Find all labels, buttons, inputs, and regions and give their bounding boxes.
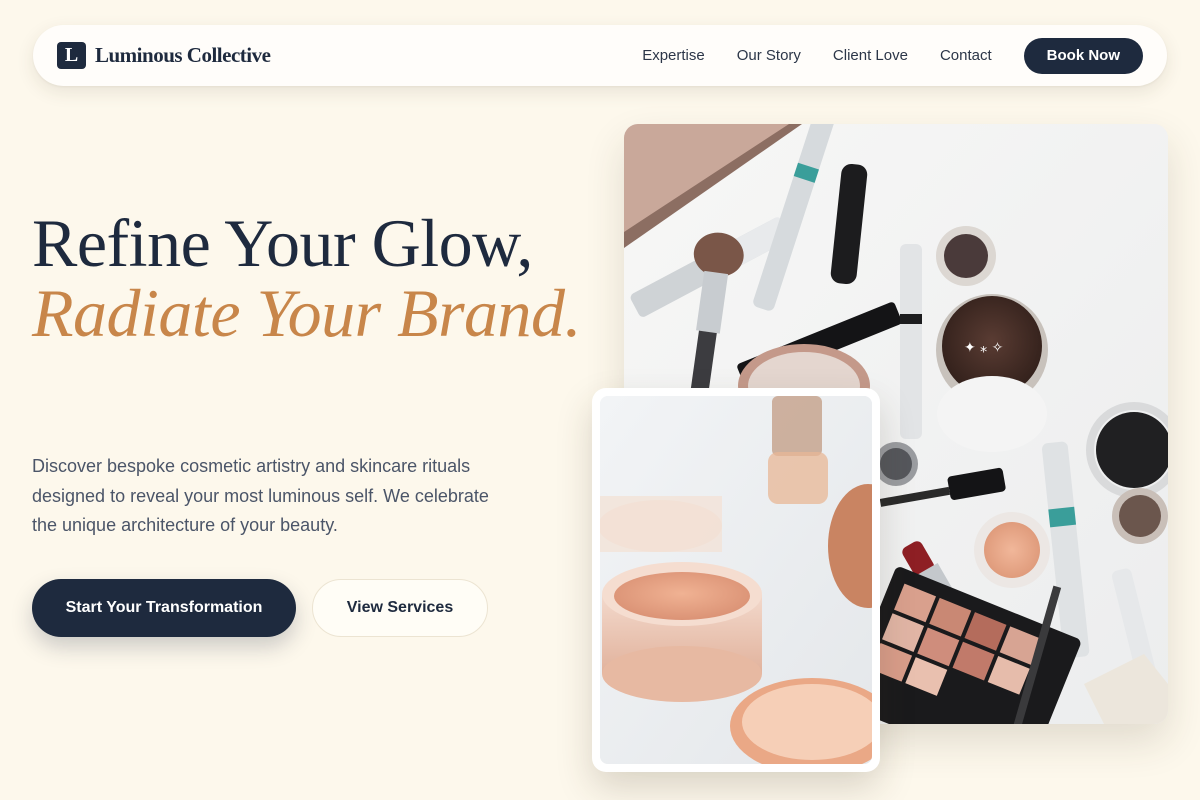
nav-link-client-love[interactable]: Client Love — [833, 47, 908, 64]
nav-links: Expertise Our Story Client Love Contact — [642, 47, 991, 64]
book-now-button[interactable]: Book Now — [1023, 37, 1143, 74]
hero-headline: Refine Your Glow, Radiate Your Brand. — [32, 205, 582, 351]
nav-link-expertise[interactable]: Expertise — [642, 47, 705, 64]
nav-link-our-story[interactable]: Our Story — [737, 47, 801, 64]
top-nav: L Luminous Collective Expertise Our Stor… — [33, 25, 1167, 86]
brand-logo[interactable]: L Luminous Collective — [57, 42, 271, 69]
powder-jars-image-frame — [592, 388, 880, 772]
brand-mark-icon: L — [57, 42, 86, 69]
start-transformation-button[interactable]: Start Your Transformation — [32, 579, 296, 637]
svg-text:✦ ⁎ ✧: ✦ ⁎ ✧ — [964, 340, 1004, 356]
view-services-button[interactable]: View Services — [312, 579, 488, 637]
brand-name: Luminous Collective — [95, 43, 271, 67]
nav-link-contact[interactable]: Contact — [940, 47, 992, 64]
hero-description: Discover bespoke cosmetic artistry and s… — [32, 456, 489, 535]
powder-jars-image — [600, 396, 872, 764]
headline-line-1: Refine Your Glow, — [32, 205, 533, 281]
headline-accent: Radiate Your Brand. — [32, 275, 582, 351]
